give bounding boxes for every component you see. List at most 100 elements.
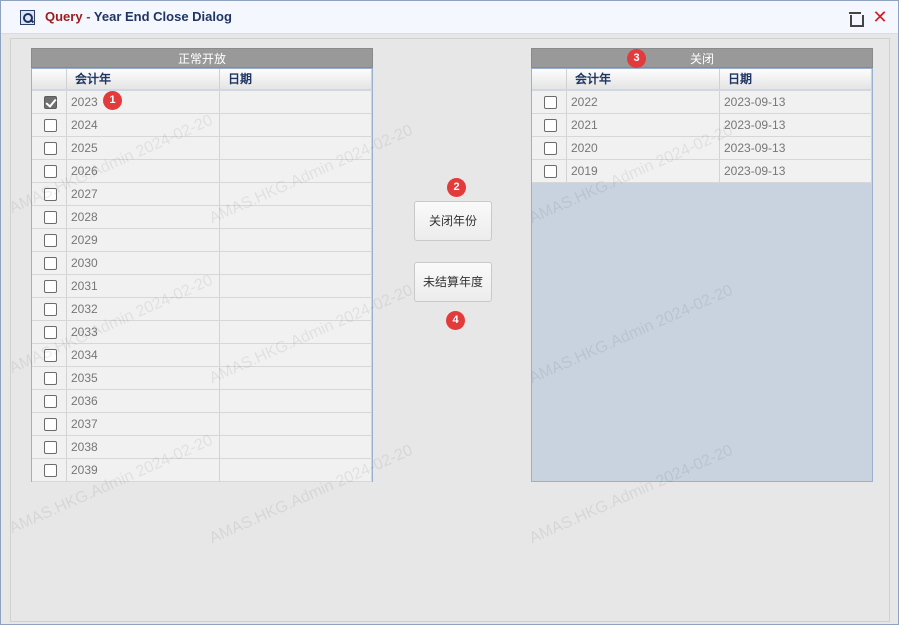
- closed-years-grid-header: 会计年 日期: [532, 69, 872, 91]
- open-years-rows: 2023 2024 2025 2026 2027 2028 2029 2030 2031 2032…: [32, 91, 372, 482]
- fiscal-year-cell: 2037: [67, 413, 220, 435]
- table-row[interactable]: 2030: [32, 252, 372, 275]
- select-cell: [32, 344, 67, 366]
- row-checkbox[interactable]: [44, 211, 57, 224]
- fiscal-year-cell: 2026: [67, 160, 220, 182]
- row-checkbox[interactable]: [44, 142, 57, 155]
- fiscal-year-cell: 2033: [67, 321, 220, 343]
- table-row[interactable]: 2025: [32, 137, 372, 160]
- table-row[interactable]: 2020 2023-09-13: [532, 137, 872, 160]
- table-row[interactable]: 2039: [32, 459, 372, 482]
- date-cell: [220, 91, 372, 113]
- open-years-grid: 会计年 日期 2023 2024 2025 2026 2027 2028 2029 2030 2…: [31, 68, 373, 482]
- table-row[interactable]: 2024: [32, 114, 372, 137]
- table-row[interactable]: 2034: [32, 344, 372, 367]
- table-row[interactable]: 2036: [32, 390, 372, 413]
- row-checkbox[interactable]: [44, 464, 57, 477]
- table-row[interactable]: 2038: [32, 436, 372, 459]
- close-year-button[interactable]: 关闭年份: [414, 201, 492, 241]
- select-cell: [32, 298, 67, 320]
- date-column-header[interactable]: 日期: [220, 69, 372, 89]
- date-cell: 2023-09-13: [720, 91, 872, 113]
- open-years-header: 正常开放: [31, 48, 373, 68]
- date-cell: 2023-09-13: [720, 160, 872, 182]
- date-cell: [220, 321, 372, 343]
- date-cell: [220, 298, 372, 320]
- table-row[interactable]: 2023: [32, 91, 372, 114]
- dialog-title: Query - Year End Close Dialog: [45, 9, 232, 24]
- row-checkbox[interactable]: [44, 441, 57, 454]
- date-cell: [220, 183, 372, 205]
- select-column-header: [532, 69, 567, 89]
- row-checkbox[interactable]: [544, 96, 557, 109]
- fiscal-year-cell: 2019: [567, 160, 720, 182]
- date-column-header[interactable]: 日期: [720, 69, 872, 89]
- select-cell: [32, 114, 67, 136]
- date-cell: [220, 137, 372, 159]
- table-row[interactable]: 2027: [32, 183, 372, 206]
- date-cell: 2023-09-13: [720, 114, 872, 136]
- table-row[interactable]: 2032: [32, 298, 372, 321]
- fiscal-year-cell: 2025: [67, 137, 220, 159]
- select-cell: [32, 229, 67, 251]
- table-row[interactable]: 2028: [32, 206, 372, 229]
- fiscal-year-column-header[interactable]: 会计年: [67, 69, 220, 89]
- close-icon[interactable]: ✕: [872, 8, 888, 26]
- select-cell: [532, 114, 567, 136]
- fiscal-year-column-header[interactable]: 会计年: [567, 69, 720, 89]
- row-checkbox[interactable]: [44, 349, 57, 362]
- select-cell: [32, 436, 67, 458]
- table-row[interactable]: 2037: [32, 413, 372, 436]
- table-row[interactable]: 2035: [32, 367, 372, 390]
- row-checkbox[interactable]: [44, 418, 57, 431]
- table-row[interactable]: 2031: [32, 275, 372, 298]
- trash-icon[interactable]: [848, 11, 864, 27]
- table-row[interactable]: 2026: [32, 160, 372, 183]
- fiscal-year-cell: 2021: [567, 114, 720, 136]
- row-checkbox[interactable]: [44, 96, 57, 109]
- fiscal-year-cell: 2038: [67, 436, 220, 458]
- row-checkbox[interactable]: [44, 280, 57, 293]
- title-separator: -: [82, 9, 94, 24]
- query-search-icon: [20, 10, 35, 25]
- row-checkbox[interactable]: [44, 234, 57, 247]
- table-row[interactable]: 2019 2023-09-13: [532, 160, 872, 183]
- date-cell: [220, 344, 372, 366]
- select-cell: [32, 413, 67, 435]
- row-checkbox[interactable]: [544, 119, 557, 132]
- closed-years-grid: 会计年 日期 2022 2023-09-13 2021 2023-09-13 2020 2…: [531, 68, 873, 482]
- select-cell: [32, 91, 67, 113]
- row-checkbox[interactable]: [44, 165, 57, 178]
- select-cell: [32, 390, 67, 412]
- row-checkbox[interactable]: [44, 257, 57, 270]
- table-row[interactable]: 2022 2023-09-13: [532, 91, 872, 114]
- row-checkbox[interactable]: [44, 188, 57, 201]
- row-checkbox[interactable]: [544, 142, 557, 155]
- row-checkbox[interactable]: [44, 303, 57, 316]
- date-cell: [220, 390, 372, 412]
- fiscal-year-cell: 2032: [67, 298, 220, 320]
- closed-years-rows: 2022 2023-09-13 2021 2023-09-13 2020 2023-09-…: [532, 91, 872, 183]
- table-row[interactable]: 2021 2023-09-13: [532, 114, 872, 137]
- select-cell: [532, 137, 567, 159]
- row-checkbox[interactable]: [44, 119, 57, 132]
- row-checkbox[interactable]: [544, 165, 557, 178]
- row-checkbox[interactable]: [44, 395, 57, 408]
- fiscal-year-cell: 2020: [567, 137, 720, 159]
- table-row[interactable]: 2033: [32, 321, 372, 344]
- annotation-badge-2: 2: [447, 178, 466, 197]
- row-checkbox[interactable]: [44, 326, 57, 339]
- row-checkbox[interactable]: [44, 372, 57, 385]
- annotation-badge-3: 3: [627, 49, 646, 68]
- title-bar: Query - Year End Close Dialog ✕: [1, 1, 898, 34]
- select-cell: [32, 160, 67, 182]
- select-cell: [532, 91, 567, 113]
- fiscal-year-cell: 2031: [67, 275, 220, 297]
- select-cell: [532, 160, 567, 182]
- select-cell: [32, 137, 67, 159]
- fiscal-year-cell: 2022: [567, 91, 720, 113]
- unclosed-year-button[interactable]: 未结算年度: [414, 262, 492, 302]
- select-cell: [32, 459, 67, 481]
- select-cell: [32, 367, 67, 389]
- table-row[interactable]: 2029: [32, 229, 372, 252]
